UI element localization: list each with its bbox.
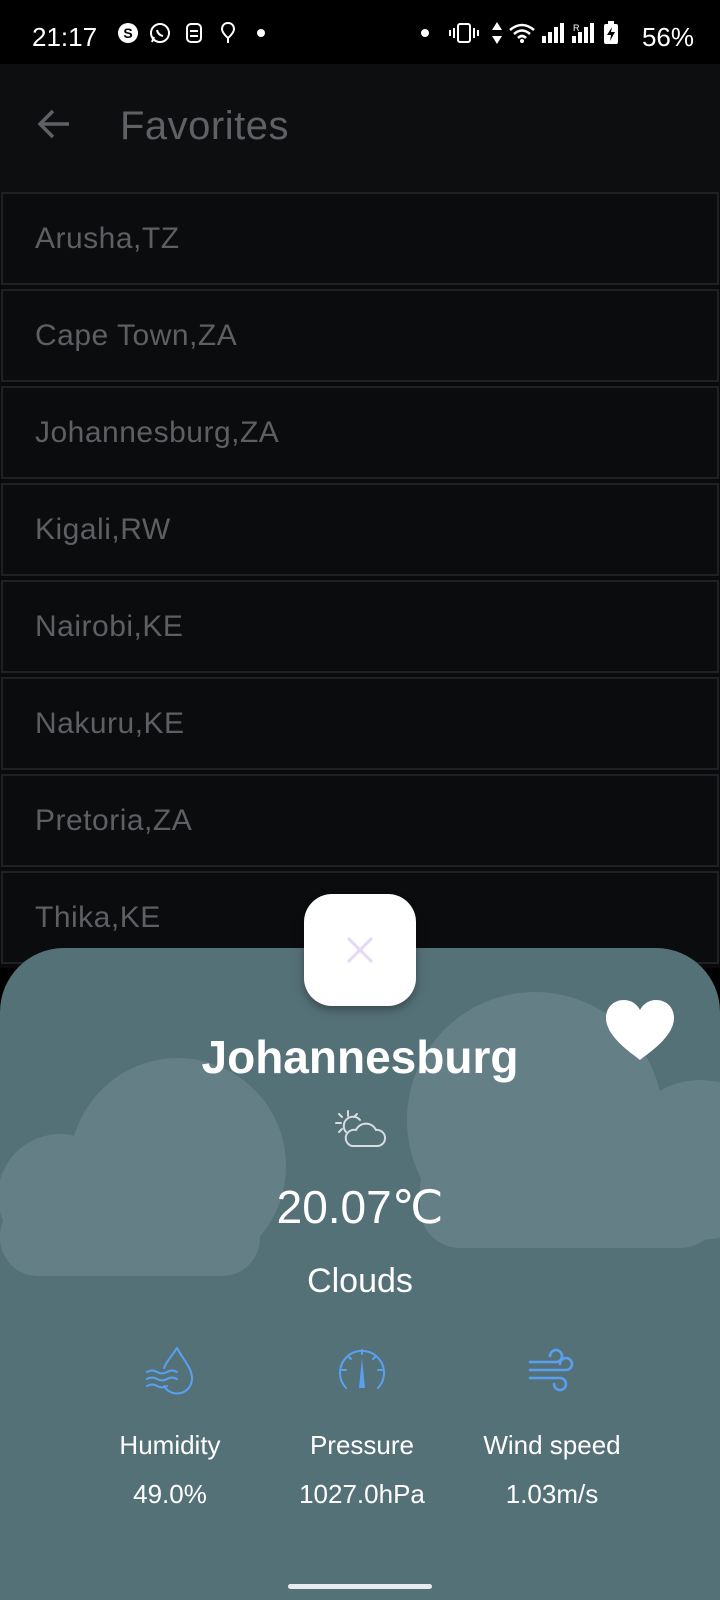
dot-icon — [254, 20, 268, 46]
list-item-label: Nairobi,KE — [35, 610, 184, 643]
list-item[interactable]: Pretoria,ZA — [1, 774, 719, 867]
list-item-label: Kigali,RW — [35, 513, 171, 546]
app-bar: Favorites — [0, 64, 720, 192]
list-item[interactable]: Arusha,TZ — [1, 192, 719, 285]
list-item-label: Thika,KE — [35, 901, 161, 934]
wifi-icon — [508, 20, 536, 46]
list-item-label: Johannesburg,ZA — [35, 416, 280, 449]
list-item-label: Cape Town,ZA — [35, 319, 238, 352]
signal-r-icon: R — [570, 20, 596, 46]
back-button[interactable] — [30, 100, 78, 148]
list-item[interactable]: Johannesburg,ZA — [1, 386, 719, 479]
favorites-list: Arusha,TZ Cape Town,ZA Johannesburg,ZA K… — [0, 192, 720, 968]
list-item-label: Pretoria,ZA — [35, 804, 193, 837]
page-title: Favorites — [120, 104, 289, 148]
battery-charging-icon — [602, 20, 620, 46]
list-item[interactable]: Cape Town,ZA — [1, 289, 719, 382]
data-arrows-icon — [490, 20, 504, 46]
list-item-label: Nakuru,KE — [35, 707, 185, 740]
arrow-left-icon — [37, 109, 69, 139]
list-item[interactable]: Nairobi,KE — [1, 580, 719, 673]
pressure-metric: Pressure 1027.0hPa — [262, 1338, 462, 1510]
list-item[interactable]: Nakuru,KE — [1, 677, 719, 770]
wind-icon — [528, 1348, 574, 1392]
gesture-nav-handle[interactable] — [288, 1584, 432, 1589]
pressure-label: Pressure — [309, 1430, 415, 1460]
snapchat-like-icon — [182, 20, 206, 46]
gauge-icon — [339, 1349, 385, 1389]
svg-text:R: R — [573, 23, 580, 33]
skype-icon: S — [116, 20, 140, 46]
weather-description: Clouds — [307, 1262, 413, 1300]
heart-filled-icon[interactable] — [604, 998, 676, 1062]
humidity-drop-icon — [146, 1347, 194, 1395]
list-item-label: Arusha,TZ — [35, 222, 180, 255]
list-item[interactable]: Kigali,RW — [1, 483, 719, 576]
status-time: 21:17 — [32, 22, 98, 52]
humidity-value: 49.0% — [133, 1479, 207, 1509]
partly-cloudy-icon — [335, 1110, 387, 1147]
pressure-value: 1027.0hPa — [299, 1479, 425, 1509]
humidity-metric: Humidity 49.0% — [70, 1338, 270, 1510]
vibrate-icon — [448, 20, 480, 46]
weather-bottom-sheet: Johannesburg 20.07℃ Clouds Humidity 49.0… — [0, 948, 720, 1600]
close-icon — [346, 936, 374, 964]
svg-text:S: S — [123, 25, 132, 41]
whatsapp-icon — [148, 20, 172, 46]
temperature: 20.07℃ — [276, 1181, 444, 1233]
wind-speed-label: Wind speed — [483, 1430, 621, 1460]
wind-speed-metric: Wind speed 1.03m/s — [452, 1338, 652, 1510]
status-bar: 21:17 S R 56% — [0, 0, 720, 64]
close-button[interactable] — [304, 894, 416, 1006]
location-icon — [218, 20, 238, 46]
wind-speed-value: 1.03m/s — [505, 1479, 599, 1509]
signal-icon — [540, 20, 566, 46]
dot-icon — [418, 20, 432, 46]
battery-percentage: 56% — [641, 22, 694, 52]
humidity-label: Humidity — [119, 1430, 221, 1460]
